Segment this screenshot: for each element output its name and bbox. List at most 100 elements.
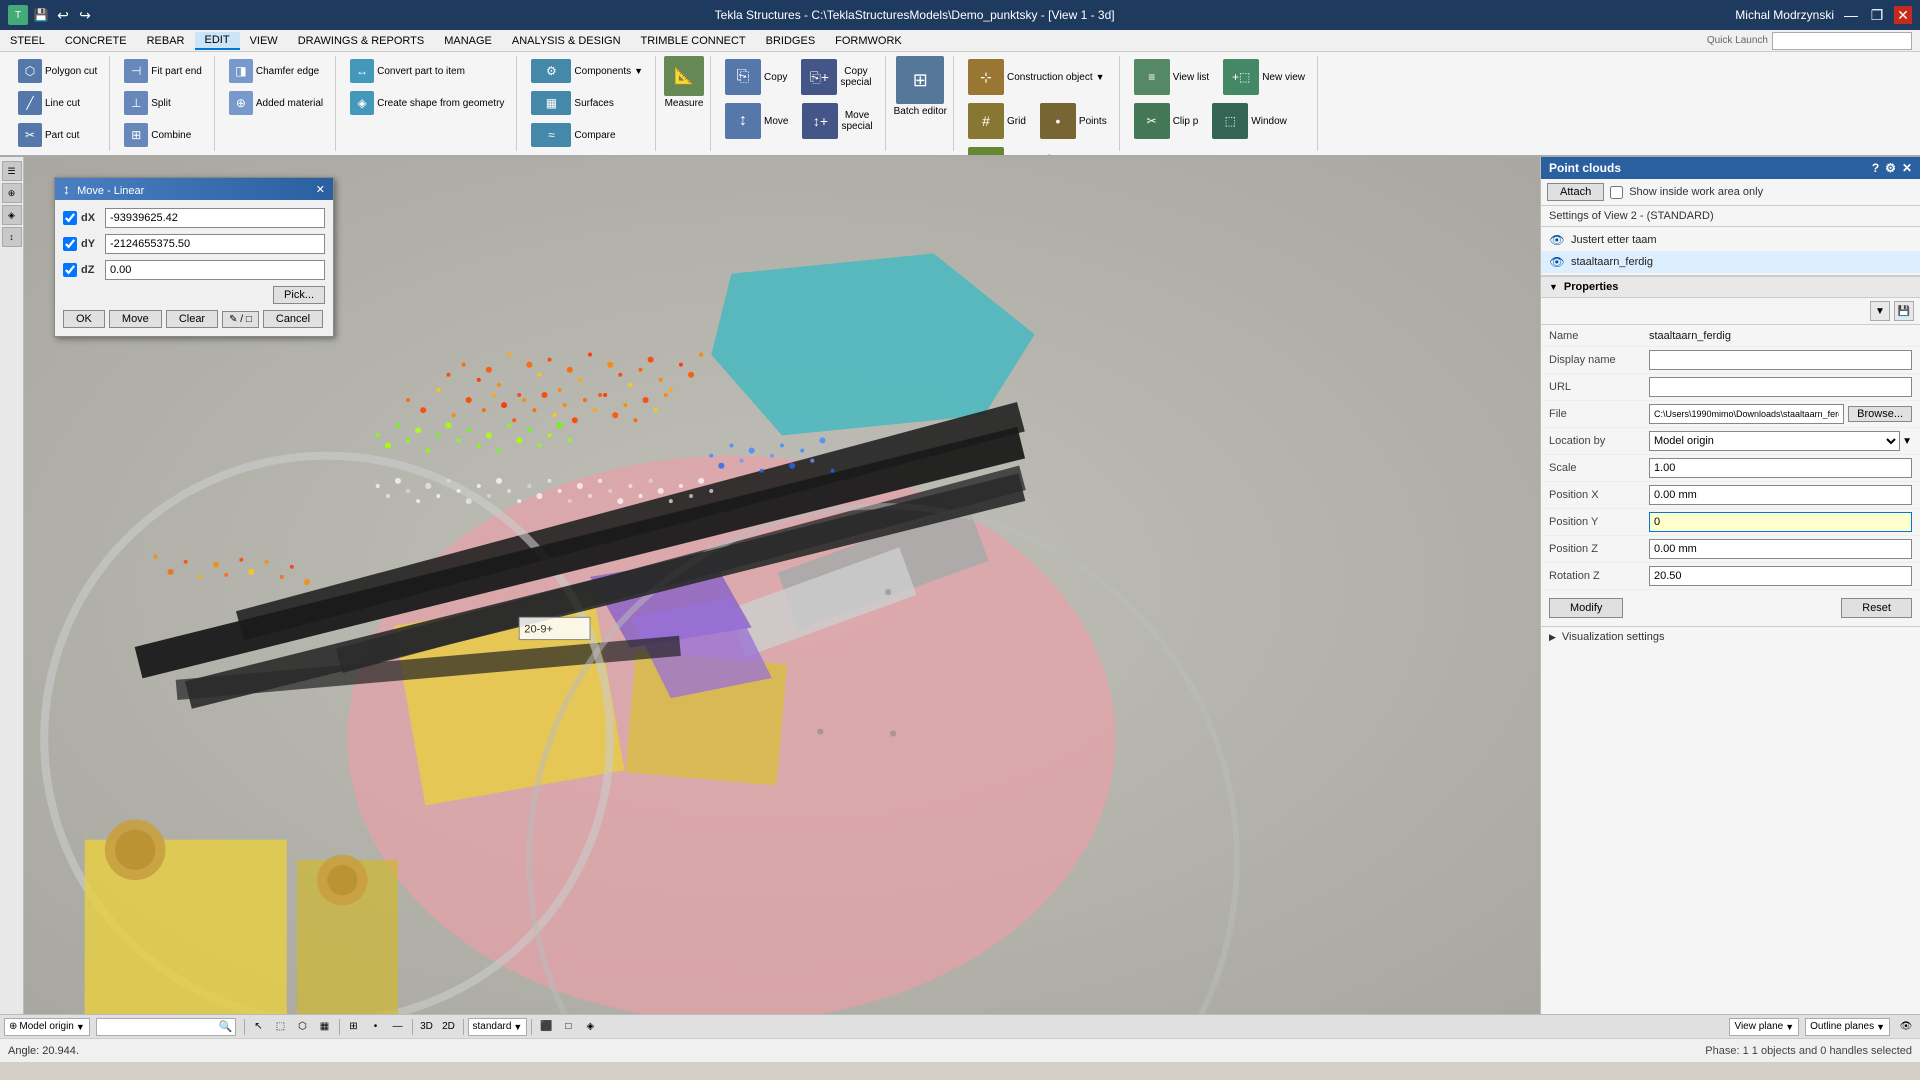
menu-manage[interactable]: MANAGE (434, 33, 502, 49)
dy-checkbox[interactable] (63, 237, 77, 251)
menu-drawings[interactable]: DRAWINGS & REPORTS (288, 33, 435, 49)
window-btn[interactable]: ⬚ Window (1206, 100, 1293, 142)
construction-object-btn[interactable]: ⊹ Construction object ▼ (962, 56, 1111, 98)
eye-icon-2[interactable]: 👁 (1549, 254, 1565, 270)
grid-btn[interactable]: # Grid (962, 100, 1032, 142)
parametric-modeling-btn[interactable]: PM Parametricmodeling ▼ (962, 144, 1073, 157)
search-btn[interactable]: 🔍 (219, 1020, 233, 1033)
dx-checkbox[interactable] (63, 211, 77, 225)
prop-input-scale[interactable]: 1.00 (1649, 458, 1912, 478)
combine-btn[interactable]: ⊞ Combine (118, 120, 197, 150)
convert-part-btn[interactable]: ↔ Convert part to item (344, 56, 471, 86)
dialog-close-icon[interactable]: ✕ (316, 183, 325, 196)
browse-btn[interactable]: Browse... (1848, 406, 1912, 422)
show-inside-checkbox[interactable] (1610, 186, 1623, 199)
quality-selector[interactable]: standard ▼ (468, 1018, 528, 1036)
points-btn[interactable]: • Points (1034, 100, 1113, 142)
properties-header[interactable]: ▼ Properties (1541, 277, 1920, 298)
prop-input-url[interactable] (1649, 377, 1912, 397)
added-material-btn[interactable]: ⊕ Added material (223, 88, 329, 118)
prop-input-position-z[interactable]: 0.00 mm (1649, 539, 1912, 559)
redo-icon[interactable]: ↪ (76, 6, 94, 24)
menu-trimble[interactable]: TRIMBLE CONNECT (631, 33, 756, 49)
tool-snap-line[interactable]: — (388, 1018, 408, 1036)
tool-wireframe[interactable]: □ (558, 1018, 578, 1036)
dz-checkbox[interactable] (63, 263, 77, 277)
menu-steel[interactable]: STEEL (0, 33, 55, 49)
prop-input-rotation-z[interactable]: 20.50 (1649, 566, 1912, 586)
modify-btn[interactable]: Modify (1549, 598, 1623, 618)
left-tool-3[interactable]: ◈ (2, 205, 22, 225)
cloud-item-justert[interactable]: 👁 Justert etter taam (1541, 229, 1920, 251)
copy-special-btn[interactable]: ⎘+ Copyspecial (795, 56, 877, 98)
view-plane-selector[interactable]: View plane ▼ (1729, 1018, 1799, 1036)
search-input[interactable] (99, 1019, 219, 1035)
outline-planes-selector[interactable]: Outline planes ▼ (1805, 1018, 1890, 1036)
menu-edit[interactable]: EDIT (195, 32, 240, 50)
undo-icon[interactable]: ↩ (54, 6, 72, 24)
fit-part-end-btn[interactable]: ⊣ Fit part end (118, 56, 208, 86)
polygon-cut-btn[interactable]: ⬡ Polygon cut (12, 56, 103, 86)
pick-btn[interactable]: Pick... (273, 286, 325, 304)
move-special-btn[interactable]: ↕+ Movespecial (796, 100, 878, 142)
tool-2d[interactable]: 2D (439, 1018, 459, 1036)
tool-select-box[interactable]: ⬚ (271, 1018, 291, 1036)
chamfer-edge-btn[interactable]: ◨ Chamfer edge (223, 56, 325, 86)
menu-rebar[interactable]: REBAR (137, 33, 195, 49)
clip-p-btn[interactable]: ✂ Clip p (1128, 100, 1205, 142)
tool-arrow[interactable]: ↖ (249, 1018, 269, 1036)
split-btn[interactable]: ⊥ Split (118, 88, 178, 118)
prop-save-btn[interactable]: 💾 (1894, 301, 1914, 321)
save-icon[interactable]: 💾 (32, 6, 50, 24)
line-cut-btn[interactable]: ╱ Line cut (12, 88, 86, 118)
location-by-select[interactable]: Model origin (1649, 431, 1900, 451)
left-tool-1[interactable]: ☰ (2, 161, 22, 181)
cancel-btn[interactable]: Cancel (263, 310, 323, 328)
left-tool-2[interactable]: ⊕ (2, 183, 22, 203)
surfaces-btn[interactable]: ▦ Surfaces (525, 88, 619, 118)
eye-toggle-btn[interactable]: 👁 (1896, 1018, 1916, 1036)
components-btn[interactable]: ⚙ Components ▼ (525, 56, 649, 86)
model-origin-selector[interactable]: ⊕ Model origin ▼ (4, 1018, 90, 1036)
menu-view[interactable]: VIEW (240, 33, 288, 49)
settings-icon[interactable]: ⚙ (1885, 161, 1896, 175)
move-btn[interactable]: ↕ Move (719, 100, 794, 142)
restore-btn[interactable]: ❐ (1868, 6, 1886, 24)
3d-view[interactable]: 20-9+ ↕ Move - Linear ✕ dX -93939625.42 (24, 157, 1540, 1014)
prop-input-position-x[interactable]: 0.00 mm (1649, 485, 1912, 505)
left-tool-4[interactable]: ↕ (2, 227, 22, 247)
tool-3d[interactable]: 3D (417, 1018, 437, 1036)
close-btn[interactable]: ✕ (1894, 6, 1912, 24)
menu-concrete[interactable]: CONCRETE (55, 33, 137, 49)
dz-input[interactable]: 0.00 (105, 260, 325, 280)
compare-btn[interactable]: ≈ Compare (525, 120, 621, 150)
help-icon[interactable]: ? (1872, 161, 1879, 175)
clear-btn[interactable]: Clear (166, 310, 218, 328)
menu-analysis[interactable]: ANALYSIS & DESIGN (502, 33, 631, 49)
view-list-btn[interactable]: ≡ View list (1128, 56, 1216, 98)
new-view-btn[interactable]: +⬚ New view (1217, 56, 1311, 98)
dx-input[interactable]: -93939625.42 (105, 208, 325, 228)
menu-formwork[interactable]: FORMWORK (825, 33, 912, 49)
symbol-btn[interactable]: ✎ / □ (222, 311, 259, 328)
tool-transparency[interactable]: ◈ (580, 1018, 600, 1036)
tool-filter[interactable]: ▦ (315, 1018, 335, 1036)
part-cut-btn[interactable]: ✂ Part cut (12, 120, 85, 150)
prop-input-file[interactable]: C:\Users\1990mimo\Downloads\staaltaarn_f… (1649, 404, 1844, 424)
eye-icon-1[interactable]: 👁 (1549, 232, 1565, 248)
ok-btn[interactable]: OK (63, 310, 105, 328)
tool-snap-grid[interactable]: ⊞ (344, 1018, 364, 1036)
copy-btn[interactable]: ⎘ Copy (719, 56, 793, 98)
reset-btn[interactable]: Reset (1841, 598, 1912, 618)
close-panel-icon[interactable]: ✕ (1902, 161, 1912, 175)
menu-bridges[interactable]: BRIDGES (756, 33, 826, 49)
cloud-item-staaltaarn[interactable]: 👁 staaltaarn_ferdig (1541, 251, 1920, 273)
tool-render[interactable]: ⬛ (536, 1018, 556, 1036)
dy-input[interactable]: -2124655375.50 (105, 234, 325, 254)
prop-dropdown-btn[interactable]: ▼ (1870, 301, 1890, 321)
prop-input-position-y[interactable]: 0 (1649, 512, 1912, 532)
quick-launch-input[interactable] (1772, 32, 1912, 50)
tool-select-poly[interactable]: ⬡ (293, 1018, 313, 1036)
tool-snap-point[interactable]: • (366, 1018, 386, 1036)
attach-btn[interactable]: Attach (1547, 183, 1604, 201)
